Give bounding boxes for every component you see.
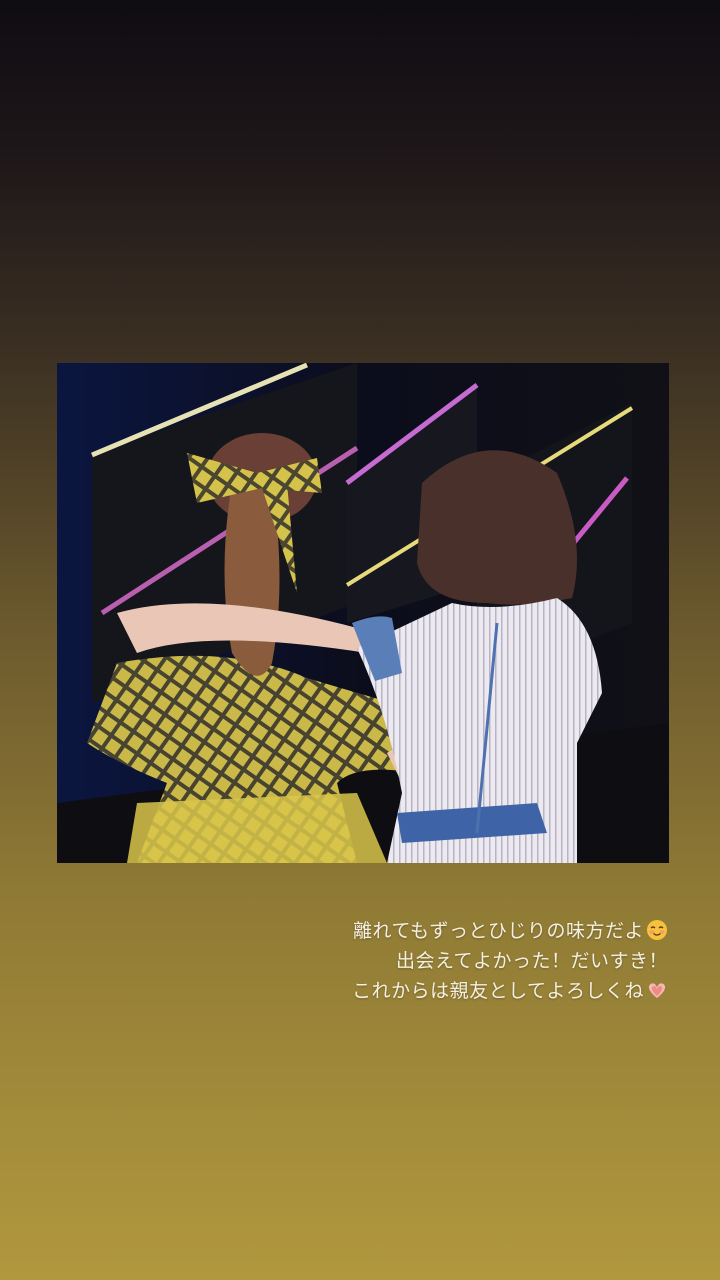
- story-frame: 離れてもずっとひじりの味方だよ 出会えてよかった！だいすき！ これからは親友とし…: [0, 0, 720, 1280]
- caption-line-3: これからは親友としてよろしくね: [248, 976, 668, 1006]
- relieved-smile-emoji-icon: [646, 919, 668, 941]
- story-photo: [57, 363, 669, 863]
- story-caption: 離れてもずっとひじりの味方だよ 出会えてよかった！だいすき！ これからは親友とし…: [248, 916, 668, 1006]
- caption-line-2: 出会えてよかった！だいすき！: [395, 950, 668, 972]
- caption-line-1: 離れてもずっとひじりの味方だよ: [248, 916, 668, 946]
- heart-hands-emoji-icon: [646, 979, 668, 1001]
